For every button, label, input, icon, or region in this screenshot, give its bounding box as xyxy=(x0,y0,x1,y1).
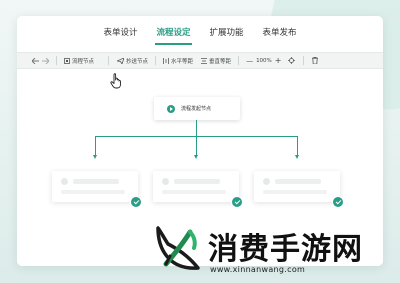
flow-node-icon xyxy=(64,57,70,64)
text-placeholder xyxy=(61,190,125,194)
divider xyxy=(56,56,57,65)
text-placeholder xyxy=(275,179,321,184)
app-window: 表单设计 流程设定 扩展功能 表单发布 流程节点 抄送节点 水平等距 垂直等距 xyxy=(17,16,383,266)
hand-cursor-icon xyxy=(110,73,121,89)
node-card[interactable] xyxy=(52,171,142,208)
flow-node-button[interactable]: 流程节点 xyxy=(64,57,94,65)
zoom-in-button[interactable]: + xyxy=(275,56,282,65)
trash-icon[interactable] xyxy=(311,55,320,66)
undo-icon[interactable] xyxy=(31,55,40,66)
vertical-spacing-label: 垂直等距 xyxy=(209,58,232,65)
avatar-placeholder xyxy=(263,178,270,185)
text-placeholder xyxy=(162,190,226,194)
send-icon xyxy=(117,57,125,64)
tab-process-settings[interactable]: 流程设定 xyxy=(155,16,192,50)
connector-line xyxy=(196,120,198,136)
tab-form-design[interactable]: 表单设计 xyxy=(102,16,138,50)
redo-icon[interactable] xyxy=(40,55,49,66)
vertical-spacing-icon xyxy=(201,57,208,64)
vertical-spacing-button[interactable]: 垂直等距 xyxy=(201,57,231,65)
avatar-placeholder xyxy=(162,178,169,185)
tab-extensions[interactable]: 扩展功能 xyxy=(209,16,245,50)
horizontal-spacing-button[interactable]: 水平等距 xyxy=(163,57,193,65)
horizontal-spacing-icon xyxy=(163,57,169,64)
cc-node-label: 抄送节点 xyxy=(126,58,149,65)
start-node-label: 流程发起节点 xyxy=(181,106,212,112)
connector-line xyxy=(297,136,299,156)
horizontal-spacing-label: 水平等距 xyxy=(171,58,194,65)
zoom-out-button[interactable]: — xyxy=(246,57,253,65)
connector-line xyxy=(196,136,198,156)
tab-form-publish[interactable]: 表单发布 xyxy=(262,16,298,50)
flow-node-label: 流程节点 xyxy=(72,58,95,65)
zoom-level: 100% xyxy=(256,57,272,64)
avatar-placeholder xyxy=(61,178,68,185)
arrow-icon xyxy=(194,155,198,159)
cc-node-button[interactable]: 抄送节点 xyxy=(117,57,148,65)
text-placeholder xyxy=(174,179,220,184)
node-card[interactable] xyxy=(153,171,243,208)
start-node[interactable]: 流程发起节点 xyxy=(154,97,240,120)
tab-bar: 表单设计 流程设定 扩展功能 表单发布 xyxy=(17,16,383,50)
divider xyxy=(238,56,240,65)
node-card[interactable] xyxy=(254,171,344,208)
text-placeholder xyxy=(263,190,327,194)
check-icon xyxy=(332,196,344,208)
check-icon xyxy=(130,196,142,208)
divider xyxy=(302,56,304,65)
arrow-icon xyxy=(93,155,97,159)
flow-canvas[interactable]: 流程发起节点 xyxy=(17,70,383,266)
play-icon xyxy=(167,104,175,113)
divider xyxy=(155,56,157,65)
locate-icon[interactable] xyxy=(287,55,296,66)
arrow-icon xyxy=(295,155,299,159)
divider xyxy=(108,56,110,65)
check-icon xyxy=(231,196,243,208)
toolbar: 流程节点 抄送节点 水平等距 垂直等距 — 100% + xyxy=(17,52,383,69)
text-placeholder xyxy=(73,179,119,184)
connector-line xyxy=(95,136,97,156)
